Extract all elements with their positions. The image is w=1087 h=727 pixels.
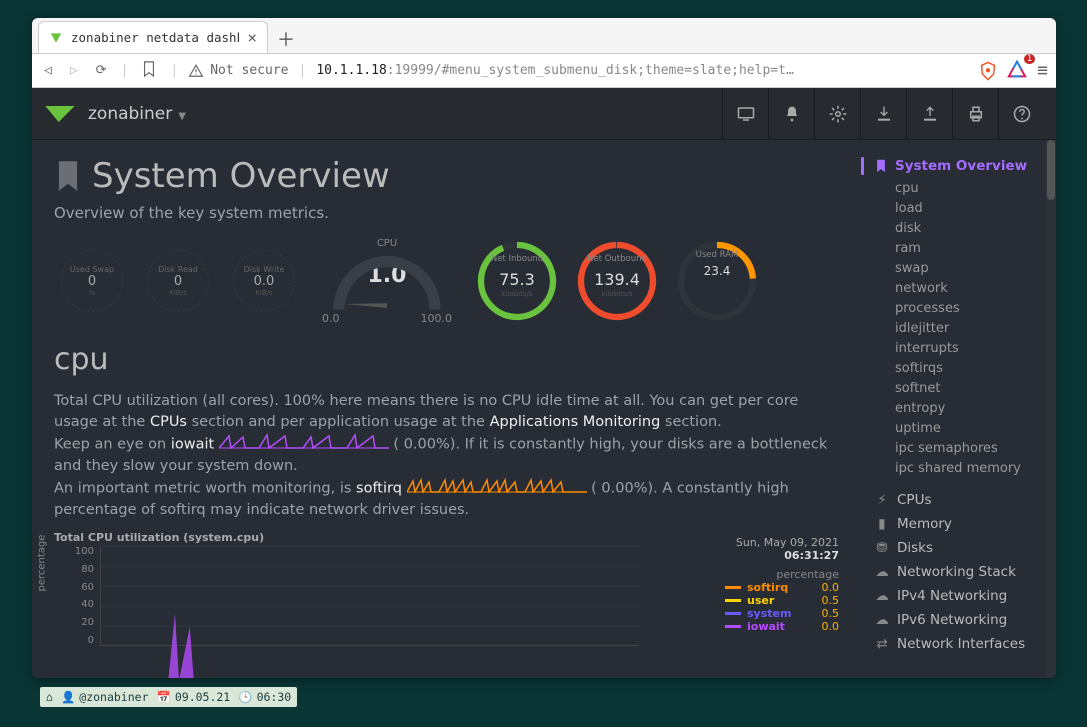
url-host: 10.1.1.18 [316,63,386,78]
new-tab-button[interactable]: ＋ [272,25,300,53]
help-button[interactable] [998,88,1044,140]
sidebar-sub-ram[interactable]: ram [875,238,1048,258]
iowait-sparkline [219,433,389,456]
cpu-section-heading: cpu [54,342,839,377]
host-selector[interactable]: zonabiner ▼ [88,104,186,124]
chart-ylabel: percentage [37,535,48,592]
forward-button[interactable]: ▷ [66,63,82,78]
alerts-button[interactable] [768,88,814,140]
url-rest: :19999/#menu_system_submenu_disk;theme=s… [387,63,794,78]
sidebar-item-ipv6-networking[interactable]: ☁IPv6 Networking [875,608,1048,632]
settings-button[interactable] [814,88,860,140]
gauge-row: Used Swap 0 % Disk Read 0 KiB/s [54,236,839,326]
cpu-chart[interactable]: Total CPU utilization (system.cpu) perce… [54,531,839,651]
sidebar: System Overview cpuloaddiskramswapnetwor… [861,140,1056,678]
softirq-sparkline [407,477,587,500]
security-chip[interactable]: Not secure [188,63,288,78]
security-label: Not secure [210,63,288,78]
download-button[interactable] [860,88,906,140]
url-display[interactable]: 10.1.1.18:19999/#menu_system_submenu_dis… [316,63,969,78]
sidebar-sub-processes[interactable]: processes [875,298,1048,318]
sidebar-item-ipv4-networking[interactable]: ☁IPv4 Networking [875,584,1048,608]
sidebar-sub-swap[interactable]: swap [875,258,1048,278]
netdata-logo-icon[interactable] [44,104,76,124]
sidebar-sub-uptime[interactable]: uptime [875,418,1048,438]
sidebar-sub-interrupts[interactable]: interrupts [875,338,1048,358]
net-inbound-ring[interactable]: Net Inbound 75.3 kilobits/s [472,236,562,326]
browser-tab-strip: zonabiner netdata dashboar × ＋ [32,18,1056,54]
disk-write-dial[interactable]: Disk Write 0.0 KiB/s [226,243,302,319]
tb-home-icon[interactable]: ⌂ [46,690,53,704]
sidebar-sub-idlejitter[interactable]: idlejitter [875,318,1048,338]
browser-tab[interactable]: zonabiner netdata dashboar × [38,21,268,53]
cpu-description: Total CPU utilization (all cores). 100% … [54,391,839,521]
display-button[interactable] [722,88,768,140]
bookmark-button[interactable] [138,61,160,81]
browser-address-bar: ◁ ▷ ⟳ | | Not secure | 10.1.1.18:19999/#… [32,54,1056,88]
disk-read-dial[interactable]: Disk Read 0 KiB/s [140,243,216,319]
app-top-bar: zonabiner ▼ [32,88,1056,140]
tab-title: zonabiner netdata dashboar [71,30,239,45]
back-button[interactable]: ◁ [40,63,56,78]
tb-date: 📅09.05.21 [157,690,231,704]
chart-yaxis: 100806040200 [54,546,98,646]
extension-badge: 1 [1024,54,1035,64]
sidebar-item-memory[interactable]: ▮Memory [875,512,1048,536]
sidebar-sub-network[interactable]: network [875,278,1048,298]
sidebar-sub-disk[interactable]: disk [875,218,1048,238]
sidebar-sub-softnet[interactable]: softnet [875,378,1048,398]
print-button[interactable] [952,88,998,140]
brave-shields-icon[interactable] [979,61,997,81]
cpu-gauge[interactable]: CPU 1.0 0.0 100.0 [312,238,462,325]
netdata-favicon [49,31,63,45]
sidebar-sub-load[interactable]: load [875,198,1048,218]
sidebar-sub-ipc-semaphores[interactable]: ipc semaphores [875,438,1048,458]
sidebar-item-cpus[interactable]: ⚡CPUs [875,488,1048,512]
close-tab-icon[interactable]: × [247,28,257,47]
bookmark-icon [875,159,887,173]
page-title: System Overview [54,156,839,196]
chart-legend: Sun, May 09, 2021 06:31:27 percentage so… [649,536,839,633]
browser-menu-button[interactable]: ≡ [1037,60,1048,81]
page-subtitle: Overview of the key system metrics. [54,204,839,222]
sidebar-sub-ipc-shared-memory[interactable]: ipc shared memory [875,458,1048,478]
bookmark-icon [54,159,82,193]
host-name: zonabiner [88,104,172,124]
used-swap-dial[interactable]: Used Swap 0 % [54,243,130,319]
sidebar-sub-softirqs[interactable]: softirqs [875,358,1048,378]
content-scrollbar[interactable] [1046,140,1056,678]
used-ram-ring[interactable]: Used RAM 23.4 [672,236,762,326]
caret-down-icon: ▼ [178,111,186,122]
sidebar-item-network-interfaces[interactable]: ⇄Network Interfaces [875,632,1048,656]
chart-plot-area[interactable] [100,546,639,646]
net-outbound-ring[interactable]: Net Outbound 139.4 kilobits/s [572,236,662,326]
upload-button[interactable] [906,88,952,140]
extension-icon[interactable]: 1 [1007,60,1027,82]
tb-time: 🕒06:30 [238,690,291,704]
sidebar-item-disks[interactable]: ⛃Disks [875,536,1048,560]
desktop-taskbar: ⌂ 👤@zonabiner 📅09.05.21 🕒06:30 [40,687,297,707]
sidebar-item-networking-stack[interactable]: ☁Networking Stack [875,560,1048,584]
reload-button[interactable]: ⟳ [92,63,111,78]
sidebar-sub-entropy[interactable]: entropy [875,398,1048,418]
tb-user[interactable]: 👤@zonabiner [61,690,149,704]
sidebar-item-system-overview[interactable]: System Overview [875,154,1048,178]
sidebar-sub-cpu[interactable]: cpu [875,178,1048,198]
